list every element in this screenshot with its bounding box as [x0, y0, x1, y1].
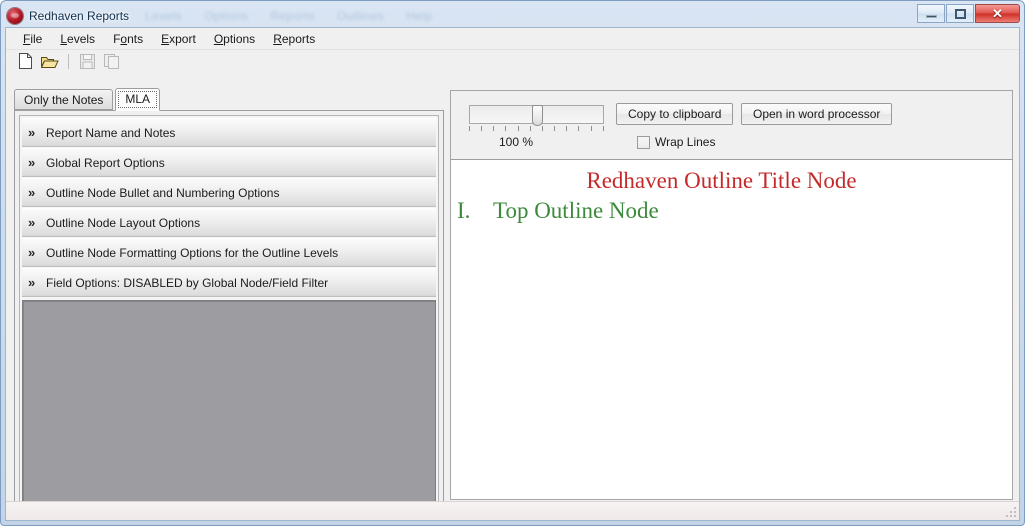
accordion-section-label: Outline Node Formatting Options for the …: [46, 245, 339, 260]
toolbar: [6, 50, 1019, 72]
chevron-right-icon: »: [28, 125, 35, 140]
open-folder-icon: [41, 56, 59, 68]
ghost-text-1: Options: [204, 9, 249, 23]
document-title-node: Redhaven Outline Title Node: [586, 168, 857, 193]
chevron-right-icon: »: [28, 245, 35, 260]
chevron-right-icon: »: [28, 275, 35, 290]
accordion-section-field-options[interactable]: » Field Options: DISABLED by Global Node…: [22, 268, 436, 297]
options-accordion: » Report Name and Notes » Global Report …: [22, 118, 436, 297]
application-window: Redhaven Reports Levels Options Reports Out…: [0, 0, 1025, 526]
outline-node-number: I.: [457, 198, 471, 224]
window-title: Redhaven Reports: [29, 9, 130, 23]
new-document-button[interactable]: [14, 51, 36, 71]
menu-item-fonts-rest: nts: [127, 31, 144, 46]
menu-item-export-rest: xport: [169, 31, 196, 46]
tab-strip: Only the Notes MLA: [14, 88, 161, 111]
ghost-text-2: Reports: [270, 9, 316, 23]
accordion-section-label: Outline Node Layout Options: [46, 215, 201, 230]
zoom-slider-track[interactable]: [469, 105, 604, 126]
chevron-right-icon: »: [28, 155, 35, 170]
menu-item-file[interactable]: File: [14, 30, 51, 48]
menu-item-levels-rest: evels: [67, 31, 96, 46]
menu-item-reports[interactable]: Reports: [264, 30, 324, 48]
redhaven-app-icon: [7, 8, 23, 24]
restore-icon: [954, 8, 966, 19]
window-controls: ✕: [917, 4, 1020, 23]
new-document-icon: [18, 53, 32, 69]
preview-pane: 100 % Copy to clipboard Open in word pro…: [450, 90, 1013, 500]
restore-button[interactable]: [946, 4, 974, 23]
menu-item-options[interactable]: Options: [205, 30, 264, 48]
zoom-percent-label: 100 %: [499, 135, 534, 149]
menu-bar: File Levels Fonts Export Options Reports: [6, 28, 1019, 50]
accordion-section-bullet-and-numbering-options[interactable]: » Outline Node Bullet and Numbering Opti…: [22, 178, 436, 207]
accordion-section-report-name-and-notes[interactable]: » Report Name and Notes: [22, 118, 436, 147]
menu-item-levels[interactable]: Levels: [51, 30, 104, 48]
outline-node-text: Top Outline Node: [493, 198, 659, 224]
zoom-slider[interactable]: [469, 105, 604, 133]
wrap-lines-checkbox[interactable]: [637, 135, 650, 149]
client-area: File Levels Fonts Export Options Reports: [5, 27, 1020, 521]
minimize-button[interactable]: [917, 4, 945, 23]
tab-only-the-notes[interactable]: Only the Notes: [14, 89, 114, 110]
save-icon: [79, 53, 95, 69]
menu-item-options-rest: ptions: [223, 31, 256, 46]
menu-item-fonts[interactable]: Fonts: [104, 30, 152, 48]
chevron-right-icon: »: [28, 185, 35, 200]
options-pane: » Report Name and Notes » Global Report …: [14, 110, 444, 520]
zoom-slider-ticks: [469, 126, 604, 133]
title-bar[interactable]: Redhaven Reports Levels Options Reports Out…: [5, 4, 1020, 27]
chevron-right-icon: »: [28, 215, 35, 230]
open-folder-button[interactable]: [39, 51, 61, 71]
title-bar-ghost-artifact: Levels Options Reports Outlines Help: [145, 9, 455, 23]
tab-mla-label: MLA: [125, 92, 151, 106]
ghost-text-4: Help: [406, 9, 433, 23]
accordion-section-label: Report Name and Notes: [46, 125, 176, 140]
save-button[interactable]: [76, 51, 98, 71]
menu-item-reports-rest: eports: [281, 31, 316, 46]
accordion-section-label: Field Options: DISABLED by Global Node/F…: [46, 275, 329, 290]
ghost-text-3: Outlines: [337, 9, 385, 23]
options-pane-empty-area: [22, 300, 436, 517]
open-in-word-processor-button[interactable]: Open in word processor: [741, 103, 893, 125]
resize-grip-icon[interactable]: [1005, 506, 1017, 518]
options-pane-inner: » Report Name and Notes » Global Report …: [19, 115, 439, 520]
ghost-text-0: Levels: [145, 9, 183, 23]
accordion-section-label: Outline Node Bullet and Numbering Option…: [46, 185, 280, 200]
accordion-section-global-report-options[interactable]: » Global Report Options: [22, 148, 436, 177]
zoom-slider-thumb[interactable]: [531, 105, 543, 126]
close-icon: ✕: [992, 6, 1003, 21]
wrap-lines-label: Wrap Lines: [655, 135, 716, 149]
menu-item-file-rest: ile: [30, 31, 43, 46]
wrap-lines-checkbox-row[interactable]: Wrap Lines: [637, 135, 715, 149]
copy-to-clipboard-button[interactable]: Copy to clipboard: [616, 103, 734, 125]
close-button[interactable]: ✕: [975, 4, 1020, 23]
status-bar: [6, 501, 1019, 520]
tab-mla[interactable]: MLA: [115, 88, 161, 111]
copy-icon: [104, 53, 119, 69]
menu-item-export[interactable]: Export: [152, 30, 205, 48]
minimize-icon: [925, 14, 937, 18]
tab-only-the-notes-label: Only the Notes: [24, 93, 104, 107]
accordion-section-node-layout-options[interactable]: » Outline Node Layout Options: [22, 208, 436, 237]
preview-toolbar: 100 % Copy to clipboard Open in word pro…: [451, 91, 1012, 160]
outline-node-row: I. Top Outline Node: [451, 197, 1012, 225]
copy-button[interactable]: [101, 51, 123, 71]
document-preview[interactable]: Redhaven Outline Title Node I. Top Outli…: [451, 160, 1012, 499]
accordion-section-node-formatting-options[interactable]: » Outline Node Formatting Options for th…: [22, 238, 436, 267]
accordion-section-label: Global Report Options: [46, 155, 165, 170]
toolbar-separator: [68, 53, 69, 69]
